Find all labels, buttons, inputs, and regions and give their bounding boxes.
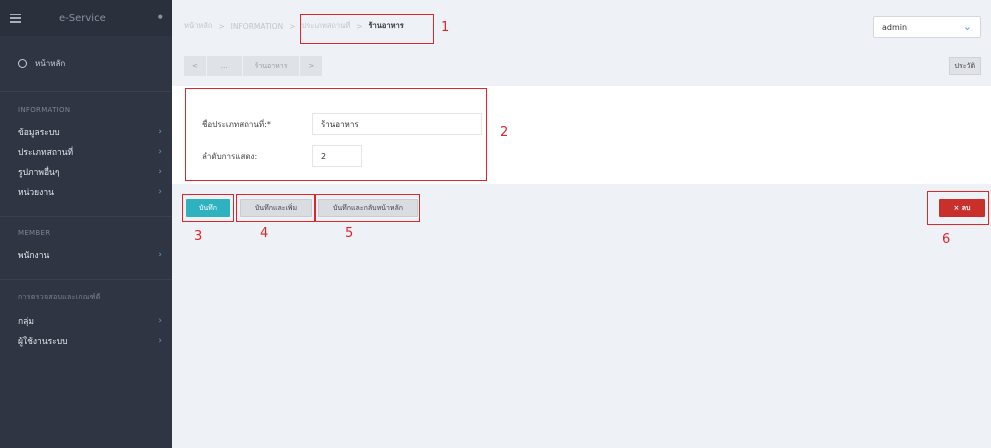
section-heading-member: MEMBER (18, 229, 51, 237)
sidebar-item-system-info[interactable]: ข้อมูลระบบ › (0, 122, 172, 142)
annotation-number: 4 (260, 226, 269, 241)
annotation-box-2 (185, 88, 487, 181)
sidebar-item-users[interactable]: ผู้ใช้งานระบบ › (0, 331, 172, 351)
sidebar-item-staff[interactable]: พนักงาน › (0, 245, 172, 265)
sidebar-header: e-Service ⚫ (0, 0, 172, 36)
brand-title: e-Service (59, 12, 106, 24)
sidebar-item-home[interactable]: หน้าหลัก (0, 36, 172, 92)
user-dropdown[interactable]: admin ⌄ (873, 16, 981, 38)
chevron-right-icon: › (158, 127, 162, 137)
annotation-box-3 (182, 194, 234, 222)
tab-ellipsis[interactable]: ... (206, 56, 243, 76)
sidebar-item-label: ผู้ใช้งานระบบ (18, 337, 68, 347)
menu-icon[interactable] (10, 13, 21, 23)
sidebar: e-Service ⚫ หน้าหลัก INFORMATION ข้อมูลร… (0, 0, 172, 448)
tab-navigation: < ... ร้านอาหาร > (184, 56, 324, 76)
top-bar: หน้าหลัก > INFORMATION > ประเภทสถานที่ >… (172, 0, 991, 46)
home-circle-icon (18, 59, 27, 68)
annotation-number: 2 (500, 125, 509, 140)
chevron-down-icon: ⌄ (962, 20, 972, 33)
sidebar-item-agency[interactable]: หน่วยงาน › (0, 182, 172, 202)
annotation-box-6 (927, 191, 989, 225)
sidebar-item-label: หน้าหลัก (35, 59, 66, 68)
annotation-box-1 (300, 14, 434, 44)
annotation-box-4 (236, 194, 316, 222)
sidebar-item-label: ข้อมูลระบบ (18, 128, 60, 138)
annotation-number: 3 (194, 229, 203, 244)
annotation-number: 1 (441, 20, 450, 35)
sidebar-item-label: หน่วยงาน (18, 188, 54, 198)
chevron-right-icon: › (158, 250, 162, 260)
chevron-right-icon: › (158, 147, 162, 157)
section-heading-information: INFORMATION (18, 106, 71, 114)
annotation-number: 6 (942, 232, 951, 247)
tab-current[interactable]: ร้านอาหาร (242, 56, 301, 76)
breadcrumb-information[interactable]: INFORMATION (231, 22, 284, 31)
sidebar-item-label: รูปภาพอื่นๆ (18, 168, 60, 178)
chevron-right-icon: › (158, 316, 162, 326)
history-button[interactable]: ประวัติ (948, 57, 981, 75)
breadcrumb-separator: > (218, 21, 225, 31)
chevron-right-icon: › (158, 167, 162, 177)
breadcrumb-home[interactable]: หน้าหลัก (184, 20, 212, 32)
tabs-bar: < ... ร้านอาหาร > ประวัติ (172, 46, 991, 86)
user-name: admin (882, 22, 908, 32)
chevron-right-icon: › (158, 187, 162, 197)
sidebar-item-place-type[interactable]: ประเภทสถานที่ › (0, 142, 172, 162)
tab-prev-button[interactable]: < (184, 56, 207, 76)
sidebar-item-label: พนักงาน (18, 251, 50, 261)
tab-next-button[interactable]: > (300, 56, 324, 76)
annotation-number: 5 (345, 226, 354, 241)
sidebar-item-other-images[interactable]: รูปภาพอื่นๆ › (0, 162, 172, 182)
pin-icon[interactable]: ⚫ (156, 13, 164, 23)
sidebar-item-groups[interactable]: กลุ่ม › (0, 311, 172, 331)
breadcrumb-separator: > (289, 21, 296, 31)
content-area (172, 184, 991, 448)
annotation-box-5 (314, 194, 420, 222)
sidebar-item-label: ประเภทสถานที่ (18, 148, 74, 158)
chevron-right-icon: › (158, 336, 162, 346)
sidebar-item-label: กลุ่ม (18, 317, 34, 327)
section-heading-auth: การตรวจสอบและเกณฑ์ดี (18, 293, 101, 301)
